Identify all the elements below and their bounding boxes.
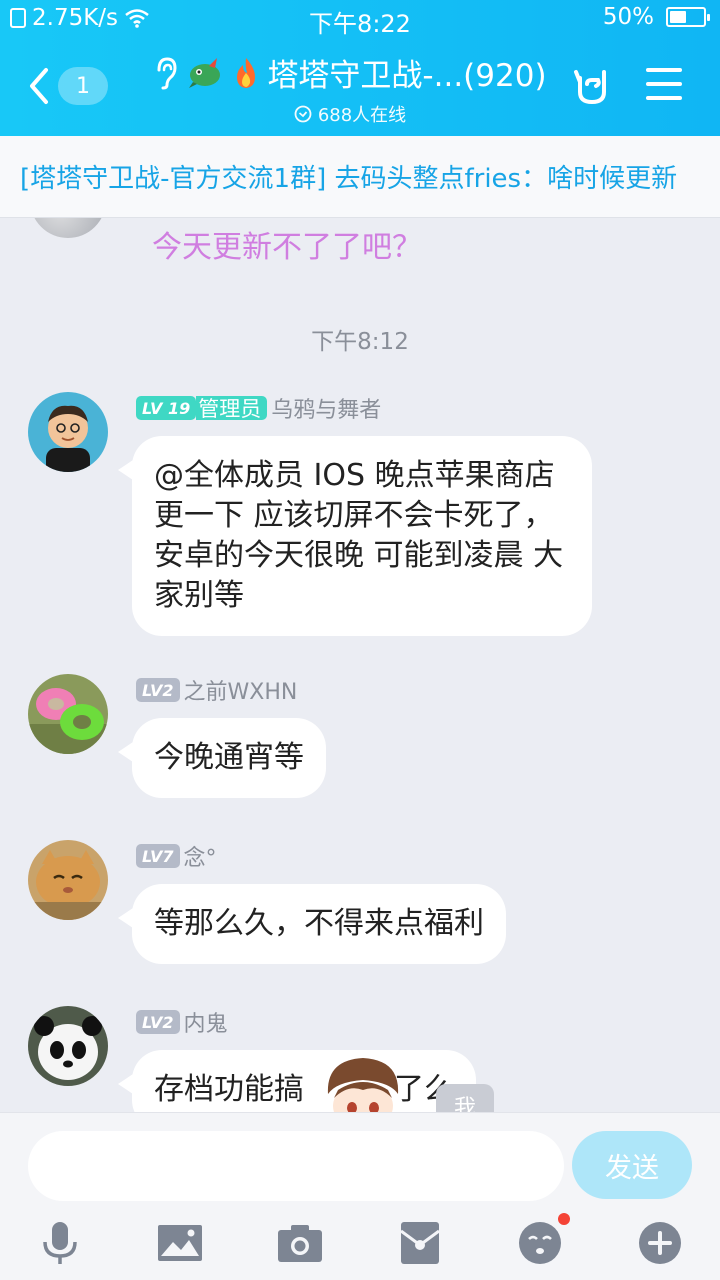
battery-percent: 50% xyxy=(602,4,654,30)
online-count: 688人在线 xyxy=(317,105,407,126)
anime-character-sticker[interactable] xyxy=(318,1054,408,1112)
back-button[interactable]: 1 xyxy=(28,62,118,110)
status-right: 50% xyxy=(602,4,710,30)
sender-name[interactable]: 内鬼 xyxy=(184,1006,228,1038)
time-separator: 下午8:12 xyxy=(311,329,409,355)
partial-message-text: 今天更新不了了吧？ xyxy=(152,230,422,265)
plus-icon[interactable] xyxy=(636,1219,684,1267)
message-bubble[interactable]: 等那么久，不得来点福利 xyxy=(118,884,506,964)
red-packet-icon[interactable] xyxy=(396,1219,444,1267)
avatar[interactable] xyxy=(28,392,108,472)
mic-icon[interactable] xyxy=(36,1219,84,1267)
ear-icon xyxy=(157,56,177,89)
level-badge: LV2 xyxy=(136,1010,180,1034)
battery-fill xyxy=(670,11,686,23)
sender-name[interactable]: 念° xyxy=(184,840,217,872)
unread-count-badge: 1 xyxy=(58,67,108,105)
input-bar: 发送 xyxy=(0,1112,720,1280)
send-button[interactable]: 发送 xyxy=(572,1131,692,1199)
group-title-area[interactable]: 塔塔守卫战-...(920) 688人在线 xyxy=(130,50,570,127)
chat-header: 2.75K/s 下午8:22 50% 1 塔塔守卫战-...(920) 688人… xyxy=(0,0,720,136)
avatar[interactable] xyxy=(28,674,108,754)
notification-dot xyxy=(558,1213,570,1225)
camera-icon[interactable] xyxy=(276,1219,324,1267)
emoji-icon[interactable] xyxy=(516,1213,570,1267)
check-circle-icon xyxy=(294,105,312,123)
level-badge: LV 19 xyxy=(136,396,197,420)
chat-area[interactable]: 今天更新不了了吧？ 下午8:12 LV 19 管理员 乌鸦与舞者 @全体成员 I… xyxy=(0,218,720,1112)
message-bubble[interactable]: 存档功能搞 了么 xyxy=(118,1050,476,1112)
notice-bar[interactable]: [塔塔守卫战-官方交流1群] 去码头整点fries：啥时候更新 xyxy=(0,136,720,218)
back-arrow-icon xyxy=(30,68,48,104)
status-bar: 2.75K/s 下午8:22 50% xyxy=(0,0,720,38)
dragon-icon xyxy=(189,57,221,88)
message-input[interactable] xyxy=(28,1131,564,1201)
avatar[interactable] xyxy=(28,840,108,920)
sender-meta: LV2 内鬼 xyxy=(136,1006,228,1038)
notice-text: [塔塔守卫战-官方交流1群] 去码头整点fries：啥时候更新 xyxy=(20,164,678,194)
fire-icon xyxy=(237,57,256,88)
message-bubble[interactable]: @全体成员 IOS 晚点苹果商店更一下 应该切屏不会卡死了，安卓的今天很晚 可能… xyxy=(118,436,592,636)
menu-icon[interactable] xyxy=(646,68,682,102)
online-status: 688人在线 xyxy=(130,101,570,127)
hand-icon[interactable] xyxy=(572,64,614,106)
battery-icon xyxy=(666,7,710,27)
image-icon[interactable] xyxy=(156,1219,204,1267)
sender-meta: LV7 念° xyxy=(136,840,217,872)
sender-name[interactable]: 乌鸦与舞者 xyxy=(271,392,381,424)
level-badge: LV2 xyxy=(136,678,180,702)
group-title: 塔塔守卫战-...(920) xyxy=(267,58,547,94)
me-tag[interactable]: 我 xyxy=(436,1084,494,1112)
message-bubble[interactable]: 今晚通宵等 xyxy=(118,718,326,798)
admin-badge: 管理员 xyxy=(196,396,268,421)
toolbar xyxy=(0,1213,720,1273)
sender-name[interactable]: 之前WXHN xyxy=(184,674,298,706)
avatar[interactable] xyxy=(28,1006,108,1086)
avatar[interactable] xyxy=(30,218,106,238)
level-badge: LV7 xyxy=(136,844,180,868)
sender-meta: LV 19 管理员 乌鸦与舞者 xyxy=(136,392,381,424)
sender-meta: LV2 之前WXHN xyxy=(136,674,297,706)
